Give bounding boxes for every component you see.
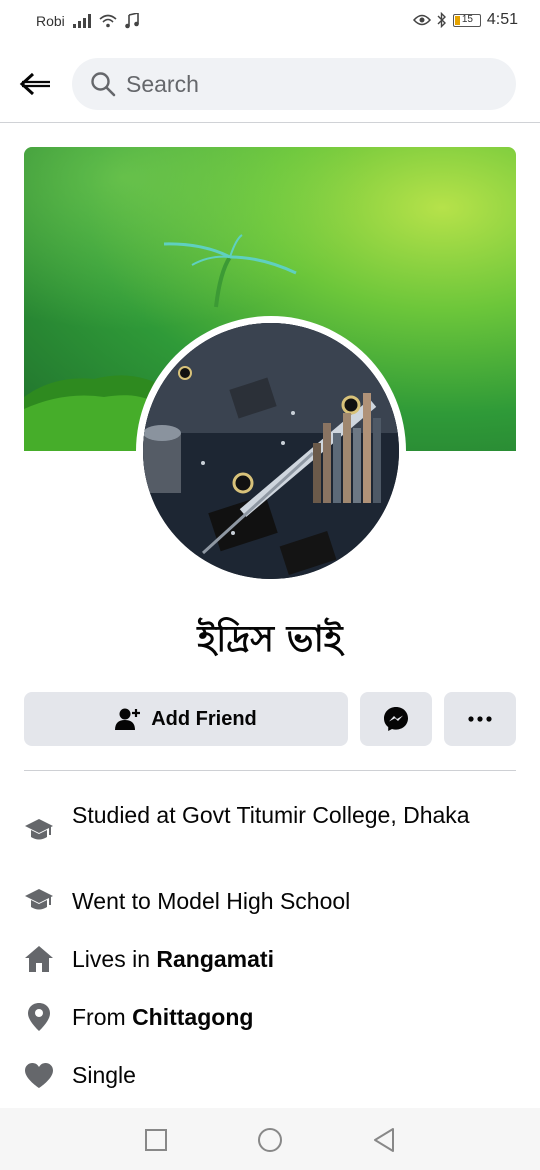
header	[0, 46, 540, 123]
square-icon	[145, 1129, 167, 1151]
search-input[interactable]	[126, 70, 486, 98]
bluetooth-icon	[437, 12, 446, 28]
more-button[interactable]	[444, 692, 516, 746]
from-text: From Chittagong	[72, 1002, 492, 1032]
studied-at-text: Studied at Govt Titumir College, Dhaka	[72, 802, 470, 828]
went-to-text: Went to Model High School	[72, 888, 351, 914]
detail-relationship: Single	[24, 1060, 492, 1090]
wifi-icon	[99, 14, 117, 28]
relationship-text: Single	[72, 1062, 136, 1088]
more-icon	[468, 716, 492, 722]
circle-icon	[258, 1128, 282, 1152]
lives-in-place[interactable]: Rangamati	[156, 946, 274, 972]
profile-name: ইদ্রিস ভাই	[197, 619, 343, 660]
signal-icon	[72, 14, 91, 28]
detail-lives-in: Lives in Rangamati	[24, 944, 492, 974]
detail-studied-at: Studied at Govt Titumir College, Dhaka	[24, 800, 492, 846]
system-nav-bar	[0, 1108, 540, 1170]
battery-icon: 15	[452, 13, 481, 27]
location-pin-icon	[24, 1002, 54, 1032]
status-left: Robi	[36, 13, 139, 29]
battery-level: 15	[461, 14, 473, 25]
recent-apps-button[interactable]	[142, 1126, 170, 1154]
status-right: 15 4:51	[412, 11, 518, 29]
section-divider	[24, 770, 516, 771]
from-place[interactable]: Chittagong	[132, 1004, 253, 1030]
lives-in-prefix: Lives in	[72, 946, 157, 972]
detail-went-to: Went to Model High School	[24, 886, 492, 916]
home-button[interactable]	[256, 1126, 284, 1154]
carrier-label: Robi	[36, 13, 65, 29]
search-bar[interactable]	[72, 58, 516, 110]
home-icon	[24, 944, 54, 974]
avatar[interactable]	[136, 316, 406, 586]
clock: 4:51	[486, 11, 518, 28]
message-button[interactable]	[360, 692, 432, 746]
back-arrow-icon	[19, 72, 50, 96]
avatar-image	[143, 323, 399, 579]
search-icon	[91, 72, 116, 97]
music-icon	[124, 13, 139, 29]
profile-actions: Add Friend	[24, 692, 516, 746]
education-icon	[24, 886, 54, 916]
detail-from: From Chittagong	[24, 1002, 492, 1032]
add-friend-label: Add Friend	[151, 707, 257, 730]
system-back-button[interactable]	[370, 1126, 398, 1154]
eye-icon	[412, 14, 431, 26]
add-friend-icon	[115, 708, 141, 730]
from-prefix: From	[72, 1004, 133, 1030]
add-friend-button[interactable]: Add Friend	[24, 692, 348, 746]
back-button[interactable]	[16, 66, 56, 102]
heart-icon	[24, 1060, 54, 1090]
messenger-icon	[384, 707, 408, 731]
lives-in-text: Lives in Rangamati	[72, 944, 492, 974]
status-bar: Robi 15 4:51	[0, 0, 540, 46]
education-icon	[24, 816, 54, 846]
triangle-back-icon	[374, 1128, 394, 1152]
